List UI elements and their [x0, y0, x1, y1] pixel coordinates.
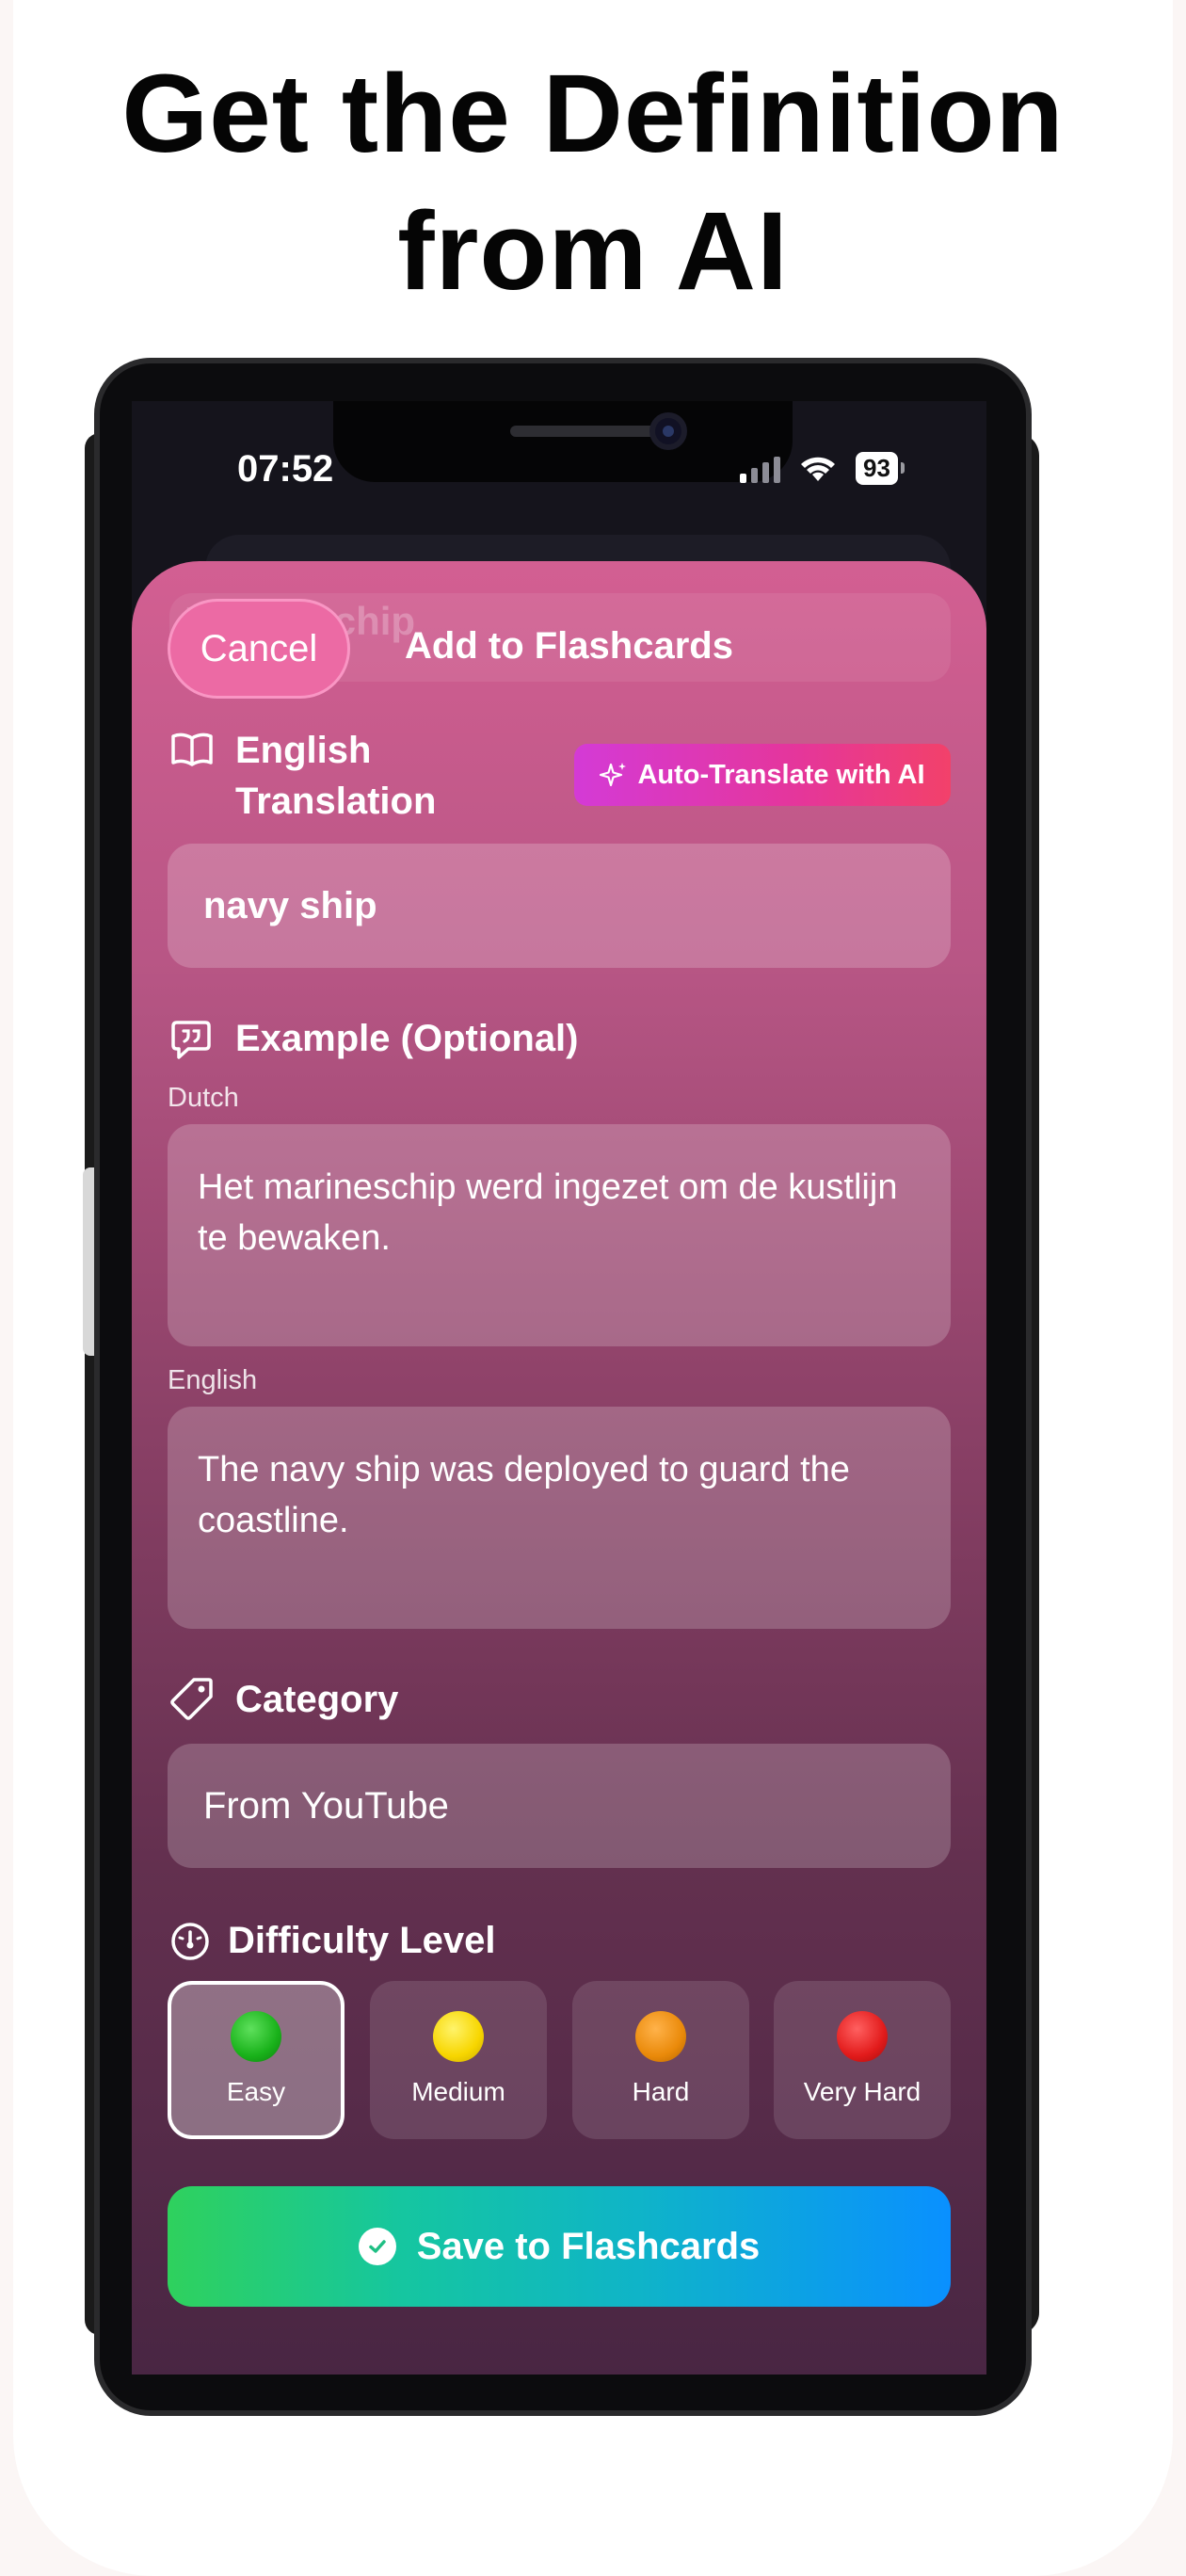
difficulty-option-label: Hard: [632, 2077, 690, 2106]
translation-label-line-2: Translation: [235, 781, 437, 822]
auto-translate-button[interactable]: Auto-Translate with AI: [574, 744, 951, 806]
gauge-icon: [171, 1923, 209, 1960]
difficulty-option-very-hard[interactable]: Very Hard: [774, 1981, 951, 2139]
difficulty-option-label: Very Hard: [803, 2077, 922, 2106]
headline-line-2: from AI: [397, 189, 789, 314]
difficulty-option-hard[interactable]: Hard: [572, 1981, 749, 2139]
orange-dot-icon: [635, 2011, 686, 2062]
status-icons: 93: [740, 452, 905, 485]
status-time: 07:52: [237, 448, 334, 490]
sheet-title: Add to Flashcards: [405, 625, 733, 667]
example-label: Example (Optional): [235, 1018, 579, 1059]
auto-translate-label: Auto-Translate with AI: [637, 759, 925, 790]
battery-indicator: 93: [856, 452, 905, 485]
dutch-example-textarea[interactable]: Het marineschip werd ingezet om de kustl…: [168, 1124, 951, 1346]
wifi-icon: [801, 457, 835, 481]
notch: [333, 401, 793, 482]
yellow-dot-icon: [433, 2011, 484, 2062]
category-value: From YouTube: [203, 1784, 449, 1827]
difficulty-option-label: Medium: [411, 2077, 505, 2106]
translation-input[interactable]: navy ship: [168, 844, 951, 968]
green-dot-icon: [231, 2011, 281, 2062]
category-input[interactable]: From YouTube: [168, 1744, 951, 1868]
speaker: [510, 426, 661, 437]
translation-label-line-1: English: [235, 730, 372, 771]
english-label: English: [168, 1365, 258, 1395]
save-button-label: Save to Flashcards: [416, 2225, 761, 2267]
quote-bubble-icon: [171, 1021, 211, 1059]
translation-value: navy ship: [203, 884, 377, 926]
headline-line-1: Get the Definition: [121, 52, 1065, 176]
cancel-button[interactable]: Cancel: [168, 599, 350, 699]
category-label: Category: [235, 1679, 399, 1720]
difficulty-option-label: Easy: [226, 2077, 286, 2106]
checkmark-circle-icon: [358, 2228, 396, 2265]
save-to-flashcards-button[interactable]: Save to Flashcards: [168, 2186, 951, 2307]
translation-label: English Translation: [235, 725, 436, 827]
difficulty-option-easy[interactable]: Easy: [168, 1981, 345, 2139]
sparkles-icon: [600, 763, 627, 787]
tag-icon: [170, 1678, 213, 1720]
english-example-textarea[interactable]: The navy ship was deployed to guard the …: [168, 1407, 951, 1629]
front-camera: [649, 412, 687, 450]
red-dot-icon: [837, 2011, 888, 2062]
cellular-signal-icon: [740, 455, 780, 483]
english-example-value: The navy ship was deployed to guard the …: [198, 1450, 850, 1540]
dutch-label: Dutch: [168, 1083, 239, 1113]
difficulty-option-medium[interactable]: Medium: [370, 1981, 547, 2139]
difficulty-label: Difficulty Level: [228, 1920, 496, 1961]
headline: Get the Definition from AI: [0, 45, 1186, 320]
book-icon: [171, 733, 213, 766]
dutch-example-value: Het marineschip werd ingezet om de kustl…: [198, 1167, 898, 1258]
